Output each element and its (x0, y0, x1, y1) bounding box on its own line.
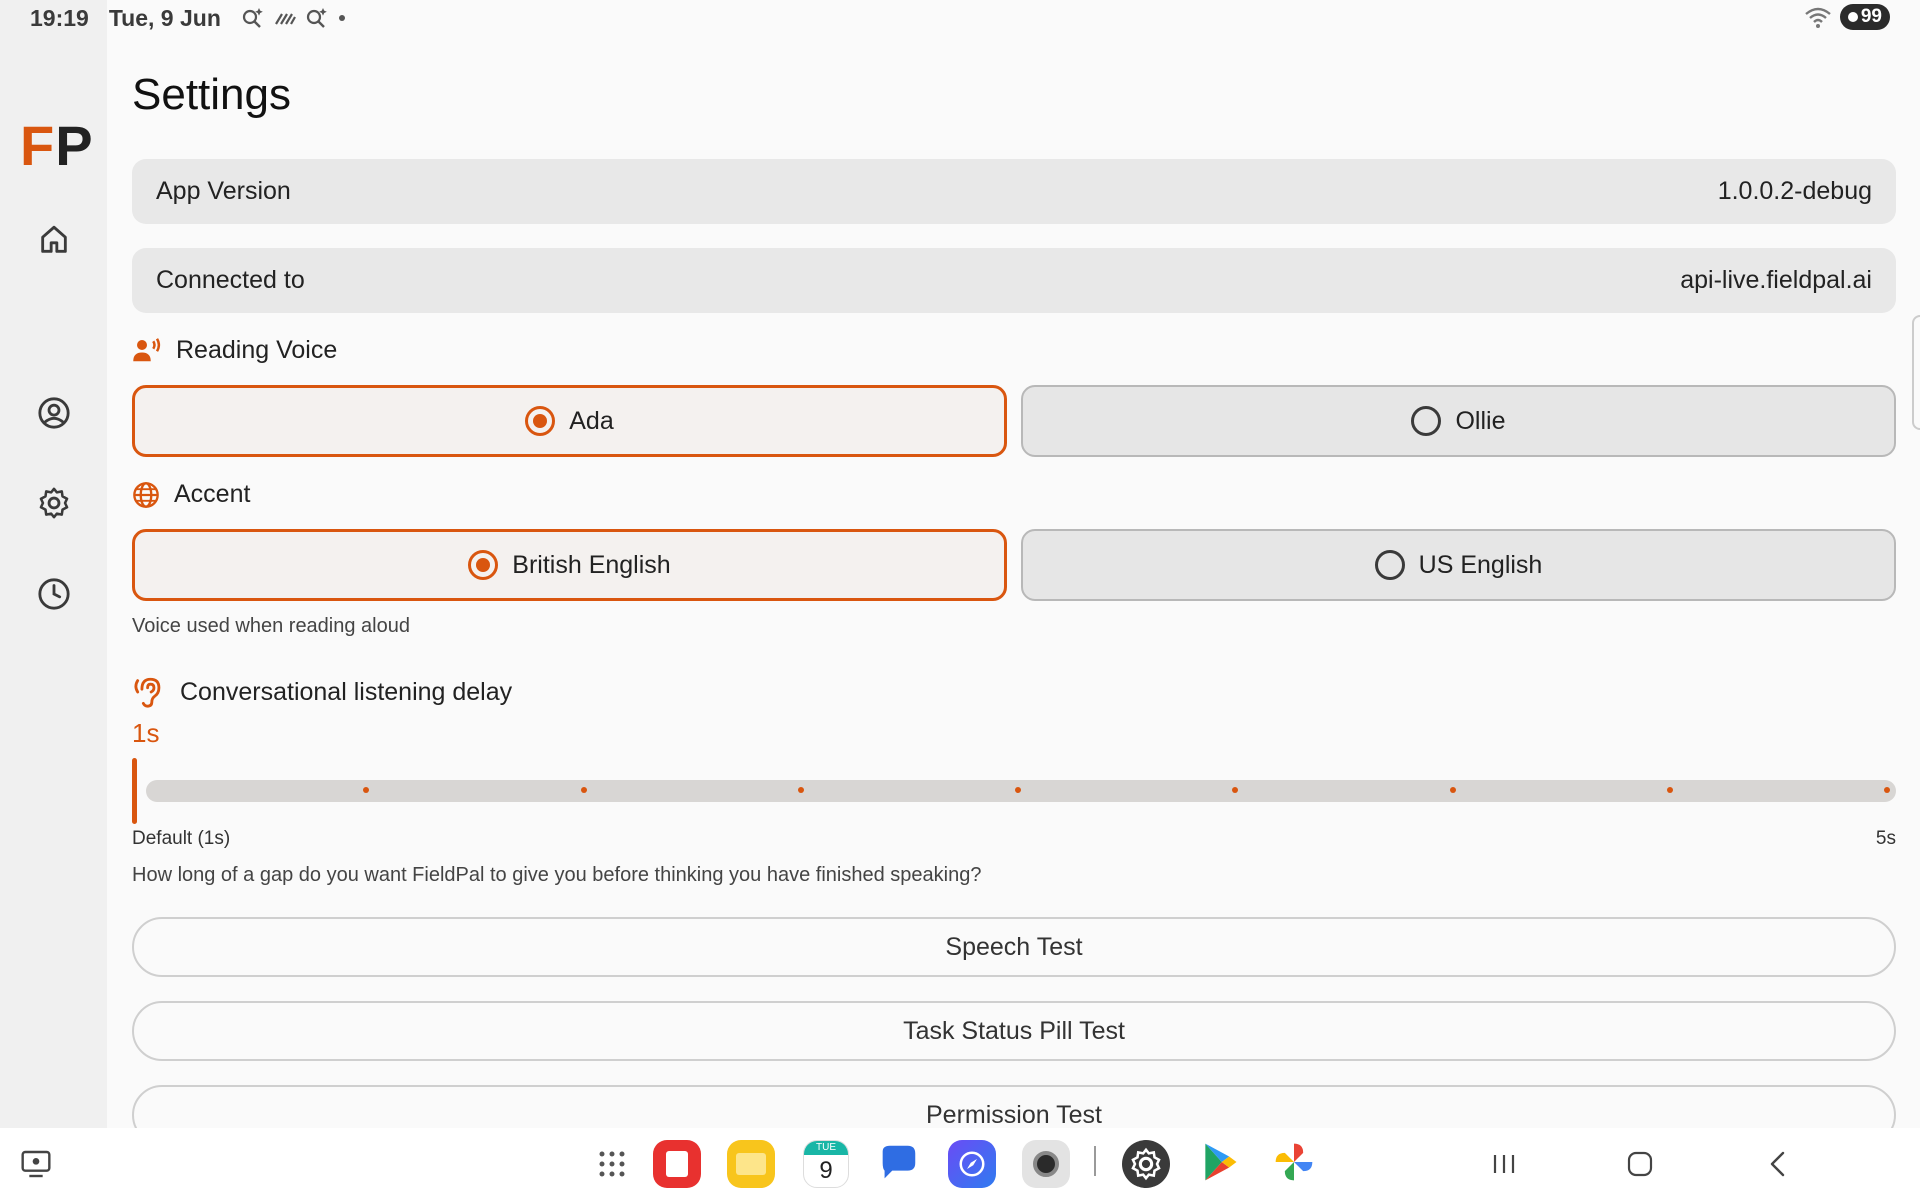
voice-option-label: Ollie (1455, 406, 1506, 435)
permission-test-button[interactable]: Permission Test (132, 1085, 1896, 1128)
connected-to-label: Connected to (156, 266, 305, 294)
more-notifications-dot-icon (338, 15, 345, 21)
calendar-day-number: 9 (819, 1157, 833, 1184)
edge-panel-handle[interactable] (1912, 315, 1920, 430)
calendar-day-label: TUE (804, 1141, 848, 1155)
speech-test-button[interactable]: Speech Test (132, 917, 1896, 977)
task-status-pill-test-button[interactable]: Task Status Pill Test (132, 1001, 1896, 1061)
reading-voice-label: Reading Voice (176, 335, 338, 364)
sparkle-search-icon (242, 8, 263, 28)
globe-icon (133, 481, 159, 508)
speaking-person-icon (133, 338, 161, 362)
taskbar-separator (1094, 1146, 1096, 1176)
slider-min-label: Default (1s) (132, 828, 231, 849)
accent-option-us-english[interactable]: US English (1021, 529, 1896, 601)
play-store-icon[interactable] (1198, 1140, 1242, 1184)
home-icon[interactable] (30, 216, 78, 264)
slider-tick-mark (580, 787, 587, 793)
settings-app-icon[interactable] (1122, 1140, 1170, 1188)
connected-to-value: api-live.fieldpal.ai (1680, 266, 1872, 294)
recent-apps-button[interactable] (1484, 1144, 1524, 1184)
camera-app-icon[interactable] (1022, 1140, 1070, 1188)
status-time: 19:19 (30, 4, 89, 31)
voice-option-ollie[interactable]: Ollie (1021, 385, 1896, 457)
slider-tick-mark (1884, 787, 1890, 793)
slider-tick-mark (1449, 787, 1456, 793)
listening-delay-heading: Conversational listening delay (132, 675, 512, 709)
radio-unselected-icon (1411, 406, 1442, 436)
reading-voice-heading: Reading Voice (132, 335, 337, 365)
wifi-icon (1805, 7, 1831, 28)
accent-option-label: British English (512, 550, 671, 579)
app-version-card: App Version 1.0.0.2-debug (132, 159, 1896, 224)
slider-tick-mark (1666, 787, 1673, 793)
sparkle-search-icon (306, 8, 327, 28)
accent-label: Accent (174, 480, 251, 508)
listening-delay-value: 1s (132, 718, 160, 748)
listening-delay-slider-thumb[interactable] (132, 758, 137, 824)
back-button[interactable] (1758, 1144, 1798, 1184)
apps-grid-icon[interactable] (588, 1140, 636, 1188)
photos-app-icon[interactable] (1272, 1140, 1316, 1184)
settings-page: Settings App Version 1.0.0.2-debug Conne… (132, 0, 1896, 1128)
profile-icon[interactable] (30, 389, 78, 437)
radio-unselected-icon (1374, 550, 1405, 580)
battery-indicator: 99 (1839, 4, 1890, 30)
browser-app-icon[interactable] (948, 1140, 996, 1188)
calendar-app-icon[interactable]: TUE 9 (801, 1138, 851, 1190)
page-title: Settings (132, 70, 291, 119)
accent-heading: Accent (132, 480, 250, 509)
listening-delay-label: Conversational listening delay (180, 677, 513, 706)
voice-option-ada[interactable]: Ada (132, 385, 1007, 457)
taskbar: TUE 9 (0, 1128, 1920, 1200)
app-version-label: App Version (156, 177, 291, 205)
notification-icons (241, 6, 347, 30)
voice-hint: Voice used when reading aloud (132, 615, 410, 637)
ear-icon (134, 677, 161, 708)
accent-option-british-english[interactable]: British English (132, 529, 1007, 601)
radio-selected-icon (468, 550, 499, 580)
listening-delay-slider-track[interactable] (146, 780, 1896, 802)
status-bar: 19:19 Tue, 9 Jun 99 (0, 0, 1920, 36)
history-icon[interactable] (30, 570, 78, 618)
accent-option-label: US English (1418, 550, 1543, 579)
screen-recorder-icon[interactable] (18, 1146, 54, 1182)
home-button[interactable] (1620, 1144, 1660, 1184)
slider-max-label: 5s (1875, 828, 1896, 849)
radio-selected-icon (525, 406, 556, 436)
battery-level: 99 (1860, 6, 1882, 27)
navigation-rail: FP (0, 0, 107, 1128)
voice-option-label: Ada (569, 406, 614, 435)
app-version-value: 1.0.0.2-debug (1717, 177, 1872, 205)
signal-hatch-icon (274, 13, 296, 25)
listening-delay-hint: How long of a gap do you want FieldPal t… (132, 864, 982, 886)
connected-to-card: Connected to api-live.fieldpal.ai (132, 248, 1896, 313)
slider-tick-mark (797, 787, 804, 793)
files-app-icon[interactable] (727, 1140, 775, 1188)
settings-icon[interactable] (30, 479, 78, 527)
messages-app-icon[interactable] (875, 1140, 921, 1186)
notes-app-icon[interactable] (653, 1140, 701, 1188)
status-date: Tue, 9 Jun (108, 4, 221, 31)
slider-tick-mark (1015, 787, 1021, 793)
app-logo: FP (20, 114, 94, 177)
